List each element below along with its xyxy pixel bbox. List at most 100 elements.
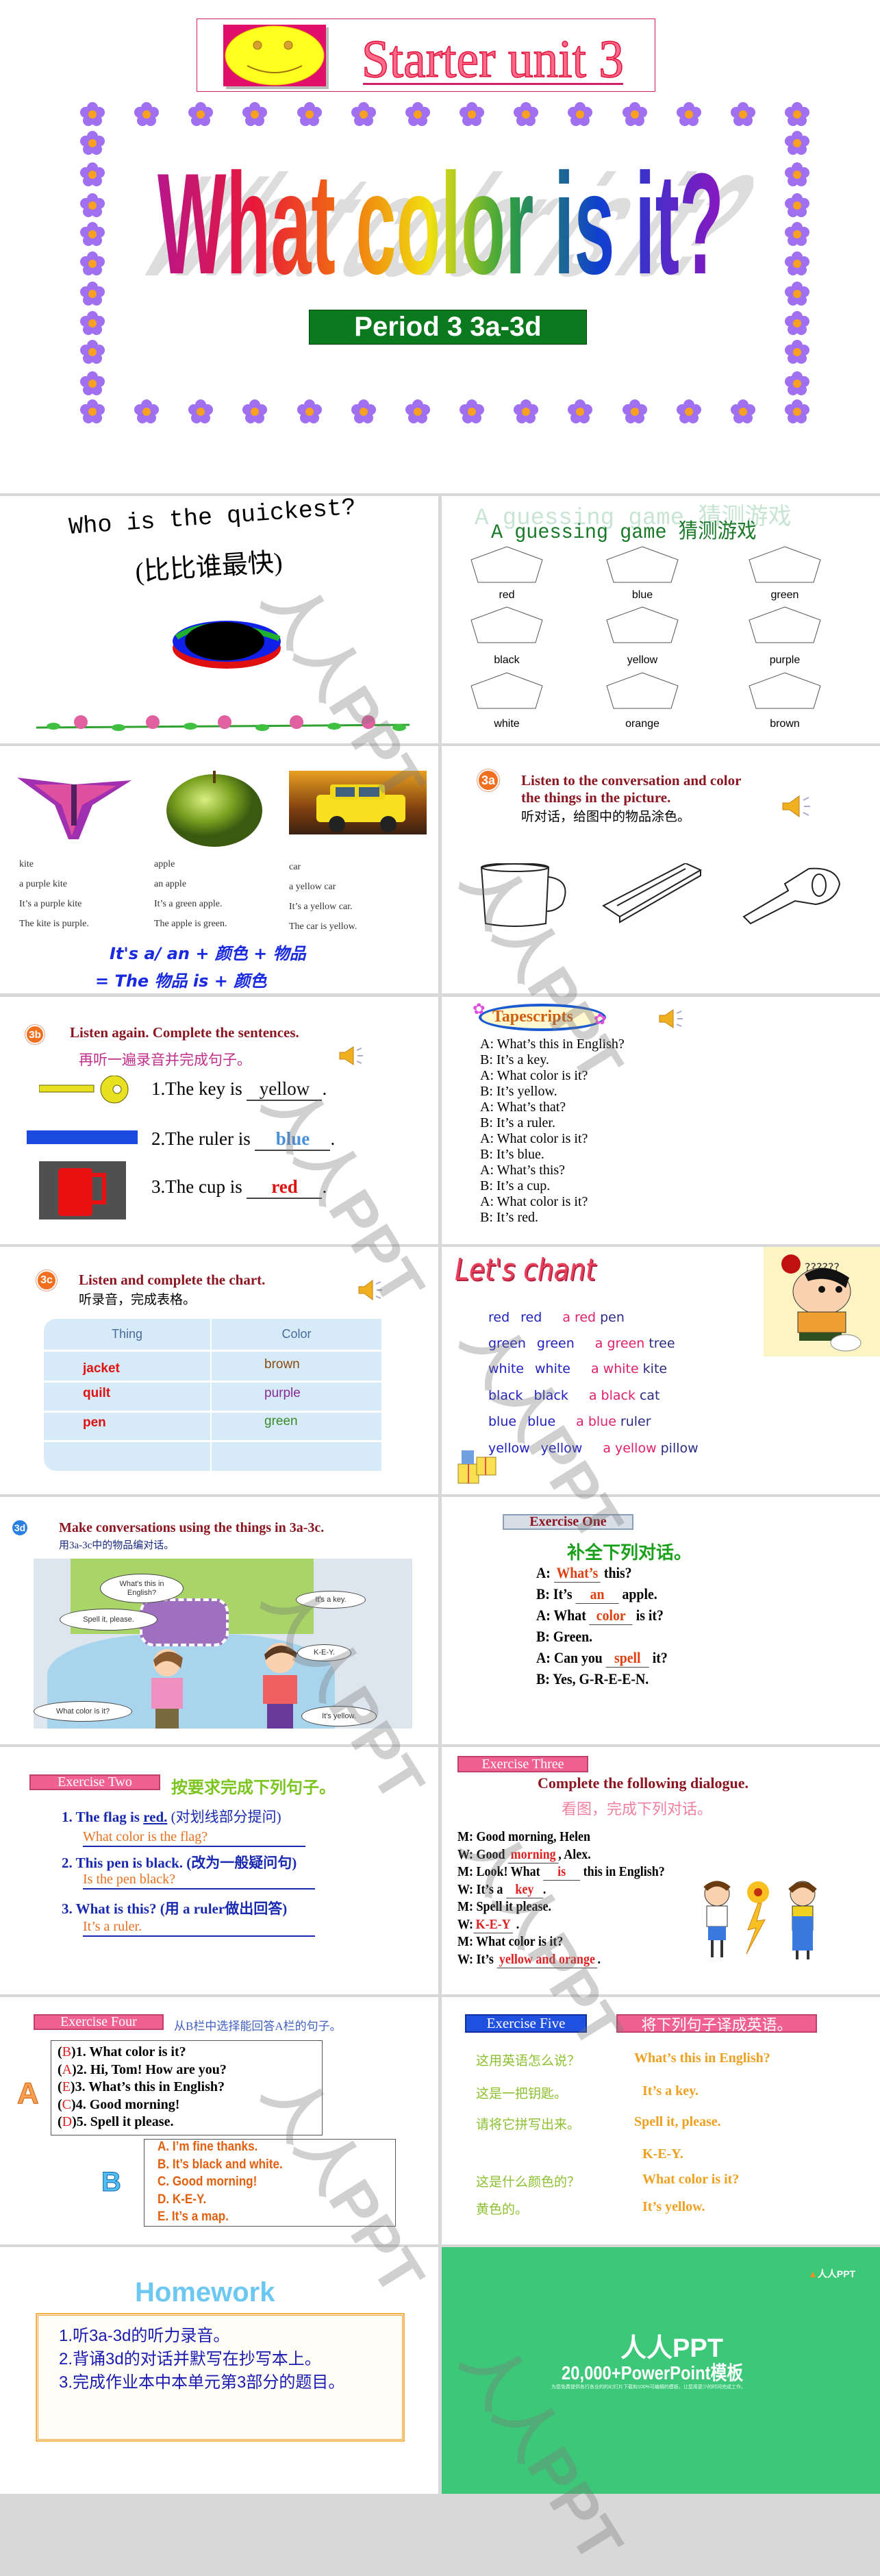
key-icon (39, 1076, 129, 1104)
line-text: M: Look! What (457, 1864, 544, 1879)
exercise-one-label: Exercise One (503, 1514, 633, 1530)
cell-thing: jacket (83, 1361, 120, 1376)
question-text: 4. Good morning! (75, 2096, 180, 2112)
pentagon-shape[interactable] (470, 672, 544, 713)
sentence-suffix: . (322, 1176, 327, 1197)
vocab-phrase: an apple (154, 879, 187, 889)
key-drawing (742, 867, 841, 925)
slide-chant: Let's chant ?????? red red a red pen green gre… (442, 1247, 880, 1494)
dialogue-line: W: It’s a key. (457, 1882, 546, 1898)
speaker-icon[interactable] (356, 1280, 384, 1304)
pentagon-shape[interactable] (605, 546, 679, 586)
line-text: it? (649, 1649, 668, 1666)
slide-3c: 3c Listen and complete the chart. 听录音，完成… (0, 1247, 438, 1494)
exercise-three-instruction-cn: 看图，完成下列对话。 (562, 1800, 713, 1818)
chant-word: kite (642, 1361, 668, 1376)
chant-word: red (488, 1310, 510, 1325)
question-item: (A)2. Hi, Tom! How are you? (58, 2062, 227, 2078)
speaker-icon[interactable] (780, 795, 812, 821)
question-text: 3. What is this? (用 a ruler做出回答) (62, 1900, 288, 1917)
tapescript-line: A: What color is it? (480, 1194, 588, 1209)
tapescript-line: A: What’s this? (480, 1163, 566, 1178)
question: 1. The flag is red. (对划线部分提问) (62, 1806, 281, 1826)
color-label: blue (631, 589, 653, 601)
line-text: W: (457, 1916, 474, 1932)
pentagon-shape[interactable] (470, 606, 544, 647)
answer-blank: blue (255, 1128, 331, 1151)
tapescript-line: B: It’s yellow. (480, 1084, 557, 1099)
color-label: orange (625, 718, 659, 730)
cell-thing: quilt (83, 1386, 111, 1400)
vocab-phrase: a purple kite (19, 879, 67, 889)
exercise-five-label: Exercise Five (465, 2014, 587, 2033)
tapescript-line: A: What color is it? (480, 1131, 588, 1146)
period-label: Period 3 3a-3d (309, 310, 587, 345)
answer-blank: color (589, 1607, 633, 1625)
pentagon-shape[interactable] (605, 606, 679, 647)
chant-word: green (488, 1336, 526, 1351)
column-b-label: B (101, 2167, 122, 2198)
sentence-suffix: . (322, 1078, 327, 1099)
slide-tapescripts: Tapescripts ✿ ✿ A: What’s this in Englis… (442, 997, 880, 1244)
flower-icon (785, 162, 809, 190)
line-text: this? (600, 1564, 632, 1581)
flower-icon (351, 102, 376, 130)
line-text: B: Green. (536, 1628, 593, 1645)
homework-item: 1.听3a-3d的听力录音。 (59, 2327, 230, 2345)
pentagon-shape[interactable] (748, 672, 822, 713)
slide-exercise-one: Exercise One 补全下列对话。 A: What’s this? B: I… (442, 1497, 880, 1744)
flower-icon (622, 399, 647, 428)
flower-icon (730, 399, 755, 428)
pentagon-shape[interactable] (605, 672, 679, 713)
pentagon-shape[interactable] (748, 606, 822, 647)
option-item: C. Good morning! (158, 2175, 257, 2189)
chant-word: red (520, 1310, 542, 1325)
line-text: . (597, 1951, 601, 1967)
question-text: 1. The flag is (62, 1809, 144, 1825)
exercise-three-instruction: Complete the following dialogue. (538, 1774, 749, 1792)
flower-icon (785, 282, 809, 310)
color-label: black (494, 654, 520, 666)
flower-icon (568, 102, 593, 130)
question: 2. This pen is black. (改为一般疑问句) (62, 1852, 297, 1872)
paren: ( (58, 2114, 62, 2129)
flower-icon (80, 102, 105, 130)
speaker-icon[interactable] (337, 1046, 364, 1069)
row-divider (44, 1440, 381, 1442)
color-label: purple (769, 654, 801, 666)
flower-icon (405, 399, 430, 428)
pentagon-shape[interactable] (470, 546, 544, 586)
slide-exercise-four: Exercise Four 从B栏中选择能回答A栏的句子。 A B (B)1. … (0, 1997, 438, 2244)
flower-icon (785, 193, 809, 221)
instruction-3b: Listen again. Complete the sentences. (70, 1024, 299, 1041)
answer-blank: yellow (247, 1078, 323, 1101)
tapescript-line: A: What color is it? (480, 1068, 588, 1083)
exercise-four-instruction: 从B栏中选择能回答A栏的句子。 (174, 2020, 342, 2033)
dialogue-line: M: Look! What is this in English? (457, 1864, 665, 1881)
sentence-prefix: 2.The ruler is (151, 1128, 255, 1149)
apple-image (166, 771, 262, 847)
chant-word: green (607, 1336, 645, 1351)
instruction-3a: Listen to the conversation and color (521, 772, 742, 789)
dialogue-line: B: Green. (536, 1628, 592, 1646)
formula-line-1: It's a/ an + 颜色 + 物品 (110, 944, 306, 963)
badge-3a: 3a (477, 769, 499, 791)
cell-thing: pen (83, 1415, 106, 1430)
flower-icon: ✿ (473, 1000, 486, 1017)
answer-blank: spell (605, 1649, 649, 1668)
exercise-one-instruction: 补全下列对话。 (567, 1542, 692, 1563)
tapescripts-title: Tapescripts (492, 1008, 573, 1026)
line-text: A: (536, 1564, 554, 1581)
speaker-icon[interactable] (657, 1009, 684, 1032)
exercise-four-label: Exercise Four (34, 2014, 164, 2030)
cell-color: green (264, 1414, 298, 1428)
english-sentence: Spell it, please. (634, 2114, 721, 2129)
chant-word: black (533, 1388, 568, 1403)
chant-word: white (603, 1361, 639, 1376)
flower-icon (460, 399, 485, 428)
answer-line: What color is the flag? (83, 1829, 305, 1847)
chant-word: pillow (660, 1441, 699, 1456)
pentagon-shape[interactable] (748, 546, 822, 586)
vocab-word: apple (154, 859, 175, 869)
car-image (289, 771, 427, 834)
